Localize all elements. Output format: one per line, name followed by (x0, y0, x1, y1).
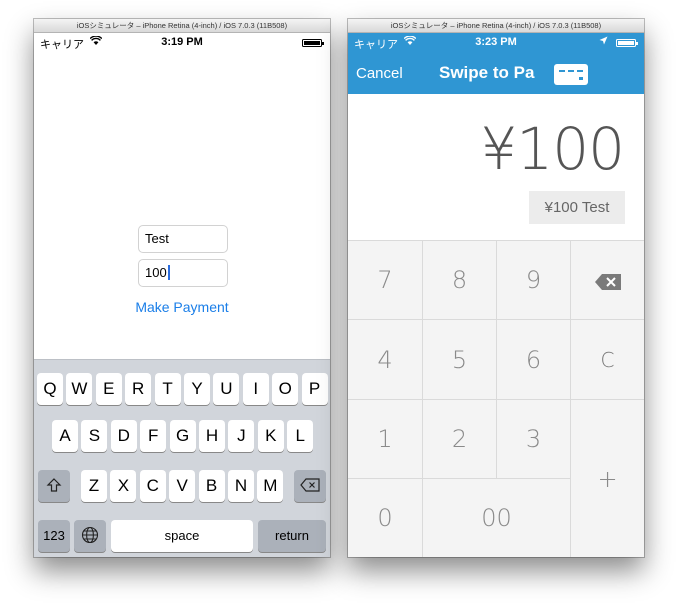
key-f[interactable]: F (140, 420, 167, 452)
keyboard: 123 space return QWERTYUIOP ASDFGHJKL ZXCV… (34, 359, 330, 557)
keypad-key-1[interactable]: 1 (348, 400, 423, 479)
battery-icon (302, 39, 324, 47)
key-q[interactable]: Q (37, 373, 63, 405)
iphone-screen: キャリア 3:23 PM Cancel Swipe to Pa ¥100 ¥10… (348, 33, 644, 557)
item-chip[interactable]: ¥100 Test (529, 191, 625, 224)
status-bar: キャリア 3:23 PM (348, 33, 644, 53)
key-k[interactable]: K (257, 420, 284, 452)
key-m[interactable]: M (257, 470, 284, 502)
key-p[interactable]: P (301, 373, 328, 405)
keypad-key-7[interactable]: 7 (348, 241, 423, 320)
name-field[interactable]: Test (138, 225, 228, 253)
keypad-key-9[interactable]: 9 (497, 241, 571, 320)
keypad-key-4[interactable]: 4 (348, 320, 423, 400)
simulator-window-left: iOSシミュレータ – iPhone Retina (4-inch) / iOS… (34, 19, 330, 557)
simulator-window-right: iOSシミュレータ – iPhone Retina (4-inch) / iOS… (348, 19, 644, 557)
card-icon (554, 64, 588, 85)
text-cursor (167, 265, 170, 280)
key-e[interactable]: E (95, 373, 122, 405)
key-y[interactable]: Y (184, 373, 210, 405)
name-field-value: Test (145, 231, 169, 246)
key-v[interactable]: V (169, 470, 196, 502)
backspace-key[interactable] (571, 241, 644, 320)
window-title: iOSシミュレータ – iPhone Retina (4-inch) / iOS… (34, 19, 330, 33)
keypad-key-2[interactable]: 2 (423, 400, 497, 479)
keypad-key-3[interactable]: 3 (497, 400, 571, 479)
amount-field[interactable]: 100 (138, 259, 228, 287)
shift-key[interactable] (38, 470, 70, 502)
battery-icon (616, 39, 638, 47)
navigation-bar: キャリア 3:23 PM Cancel Swipe to Pa (348, 33, 644, 94)
return-key[interactable]: return (258, 520, 326, 552)
amount-field-value: 100 (145, 265, 167, 280)
keypad-key-5[interactable]: 5 (423, 320, 497, 400)
delete-key[interactable] (294, 470, 326, 502)
keypad-key-6[interactable]: 6 (497, 320, 571, 400)
numbers-key[interactable]: 123 (38, 520, 70, 552)
key-z[interactable]: Z (81, 470, 107, 502)
key-g[interactable]: G (169, 420, 196, 452)
key-t[interactable]: T (154, 373, 181, 405)
key-b[interactable]: B (198, 470, 225, 502)
globe-icon (81, 526, 99, 544)
keypad-key-00[interactable]: 00 (423, 479, 571, 557)
key-u[interactable]: U (213, 373, 240, 405)
status-bar: キャリア 3:19 PM (34, 33, 330, 53)
window-title: iOSシミュレータ – iPhone Retina (4-inch) / iOS… (348, 19, 644, 33)
key-h[interactable]: H (199, 420, 225, 452)
plus-key[interactable]: + (571, 400, 644, 557)
key-d[interactable]: D (110, 420, 137, 452)
key-s[interactable]: S (81, 420, 108, 452)
space-key[interactable]: space (111, 520, 253, 552)
location-arrow-icon (599, 36, 608, 47)
clear-key[interactable]: C (571, 320, 644, 400)
iphone-screen: キャリア 3:19 PM Test 100 Make Payment 123 s… (34, 33, 330, 557)
backspace-icon (594, 241, 622, 290)
keypad-key-8[interactable]: 8 (423, 241, 497, 320)
shift-icon (46, 478, 62, 493)
key-c[interactable]: C (139, 470, 166, 502)
key-i[interactable]: I (242, 373, 269, 405)
nav-title: Swipe to Pa (439, 63, 535, 82)
key-w[interactable]: W (66, 373, 93, 405)
globe-key[interactable] (74, 520, 106, 552)
keypad-key-0[interactable]: 0 (348, 479, 423, 557)
key-r[interactable]: R (125, 373, 152, 405)
amount-display: ¥100 (480, 115, 625, 183)
delete-icon (300, 478, 320, 493)
make-payment-button[interactable]: Make Payment (34, 299, 330, 315)
status-time: 3:19 PM (161, 36, 203, 48)
key-x[interactable]: X (110, 470, 137, 502)
cancel-button[interactable]: Cancel (356, 65, 403, 82)
key-o[interactable]: O (272, 373, 299, 405)
key-n[interactable]: N (228, 470, 254, 502)
key-a[interactable]: A (52, 420, 78, 452)
key-l[interactable]: L (287, 420, 314, 452)
key-j[interactable]: J (228, 420, 255, 452)
keypad: 7 8 9 4 5 6 C 1 2 3 + 0 00 (348, 240, 644, 557)
